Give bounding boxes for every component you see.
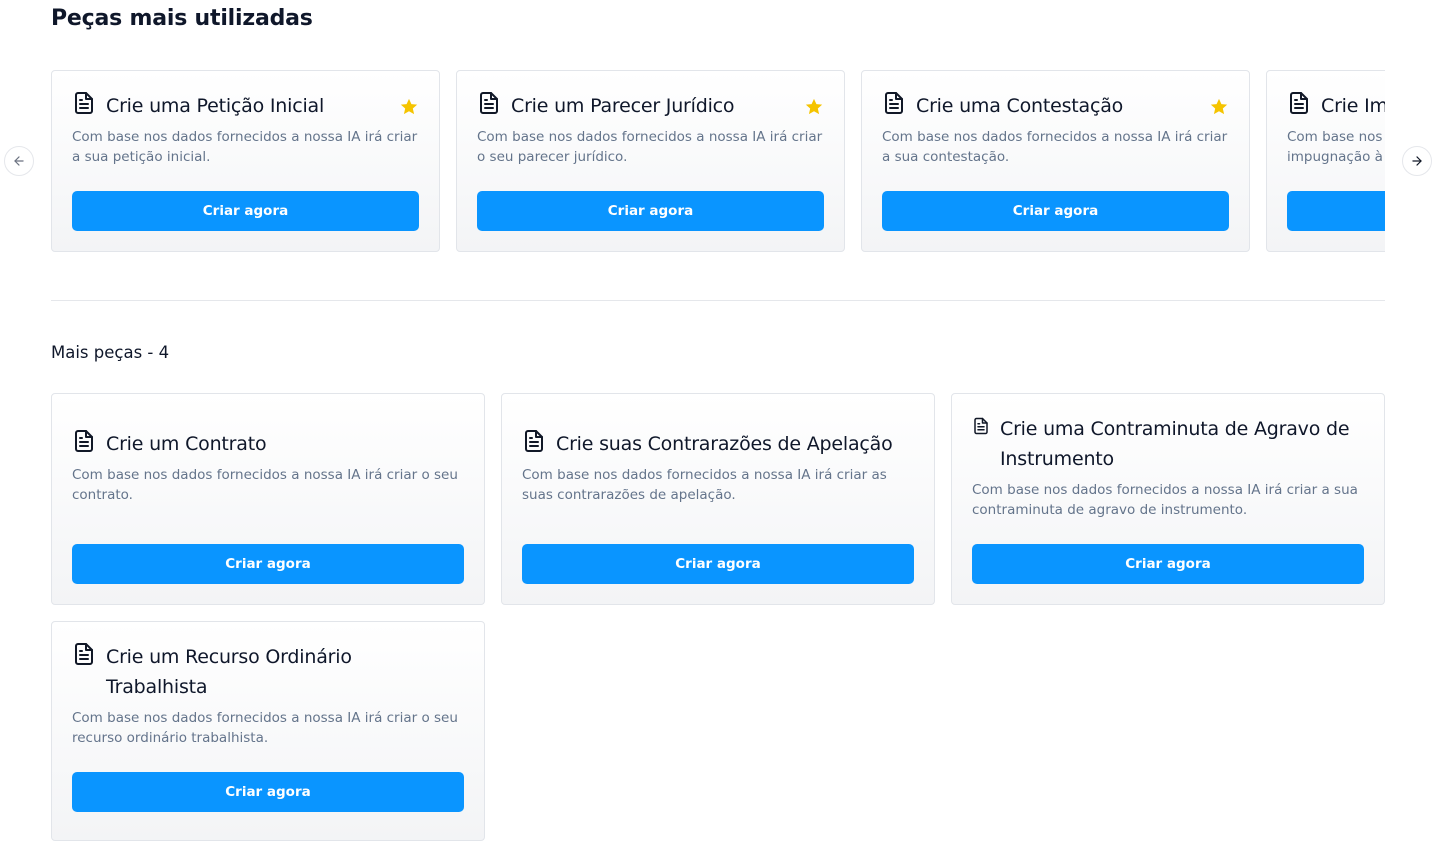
carousel-prev-button[interactable] — [4, 146, 34, 176]
card-title: Crie um Recurso Ordinário Trabalhista — [106, 646, 352, 698]
section-title-most-used: Peças mais utilizadas — [51, 6, 313, 31]
carousel-next-button[interactable] — [1402, 146, 1432, 176]
document-icon — [1290, 92, 1308, 114]
card-contrato: Crie um Contrato Com base nos dados forn… — [51, 393, 485, 605]
card-title: Crie uma Petição Inicial — [106, 95, 325, 117]
star-icon[interactable] — [1209, 97, 1229, 117]
card-title: Crie um Contrato — [106, 433, 267, 455]
document-icon — [75, 430, 93, 452]
create-now-button[interactable]: Criar agora — [72, 191, 419, 231]
card-description: Com base nos dados fornecidos a nossa IA… — [477, 129, 823, 165]
card-title: Crie Im — [1321, 95, 1385, 117]
create-now-button[interactable]: Criar agora — [972, 544, 1364, 584]
card-title: Crie um Parecer Jurídico — [511, 95, 735, 117]
section-title-more: Mais peças - 4 — [51, 343, 170, 362]
document-icon — [75, 643, 93, 665]
section-divider — [51, 300, 1385, 301]
card-contrarazoes-apelacao: Crie suas Contrarazões de Apelação Com b… — [501, 393, 935, 605]
card-description: Com base nos dados fornecidos a nossa IA… — [882, 129, 1228, 165]
create-now-button[interactable]: Criar agora — [882, 191, 1229, 231]
create-now-button[interactable]: Criar agora — [522, 544, 914, 584]
card-contestacao: Crie uma Contestação Com base nos dados … — [861, 70, 1250, 252]
star-icon[interactable] — [399, 97, 419, 117]
card-description: Com base nos dados fornecidos a nossa IA… — [72, 129, 418, 165]
arrow-left-icon — [14, 156, 24, 166]
card-description: Com base nos dados fornecidos a nossa IA… — [522, 467, 887, 503]
card-description: Com base nos dados fornecidos a nossa IA… — [972, 482, 1358, 518]
arrow-right-icon — [1412, 156, 1422, 166]
create-now-button[interactable]: Criar agora — [1287, 191, 1385, 231]
card-title: Crie suas Contrarazões de Apelação — [556, 433, 893, 455]
card-recurso-ordinario: Crie um Recurso Ordinário Trabalhista Com… — [51, 621, 485, 841]
card-title: Crie uma Contraminuta de Agravo de Instru… — [1000, 418, 1350, 470]
document-icon — [974, 417, 988, 435]
card-description: Com base nos dados fornecidos a nossa IA… — [72, 710, 458, 746]
card-contraminuta-agravo: Crie uma Contraminuta de Agravo de Instru… — [951, 393, 1385, 605]
star-icon[interactable] — [804, 97, 824, 117]
card-peticao-inicial: Crie uma Petição Inicial Com base nos da… — [51, 70, 440, 252]
create-now-button[interactable]: Criar agora — [72, 772, 464, 812]
card-description: Com base nos dados fornecidos a nossa IA… — [72, 467, 458, 503]
card-description: Com base nos impugnação à — [1287, 129, 1383, 165]
create-now-button[interactable]: Criar agora — [72, 544, 464, 584]
document-icon — [75, 92, 93, 114]
create-now-button[interactable]: Criar agora — [477, 191, 824, 231]
card-title: Crie uma Contestação — [916, 95, 1124, 117]
card-impugnacao-partial: Crie Im Com base nosimpugnação à Criar a… — [1266, 70, 1385, 252]
carousel-most-used: Crie uma Petição Inicial Com base nos da… — [51, 70, 1385, 253]
document-icon — [525, 430, 543, 452]
document-icon — [480, 92, 498, 114]
document-icon — [885, 92, 903, 114]
card-parecer-juridico: Crie um Parecer Jurídico Com base nos da… — [456, 70, 845, 252]
